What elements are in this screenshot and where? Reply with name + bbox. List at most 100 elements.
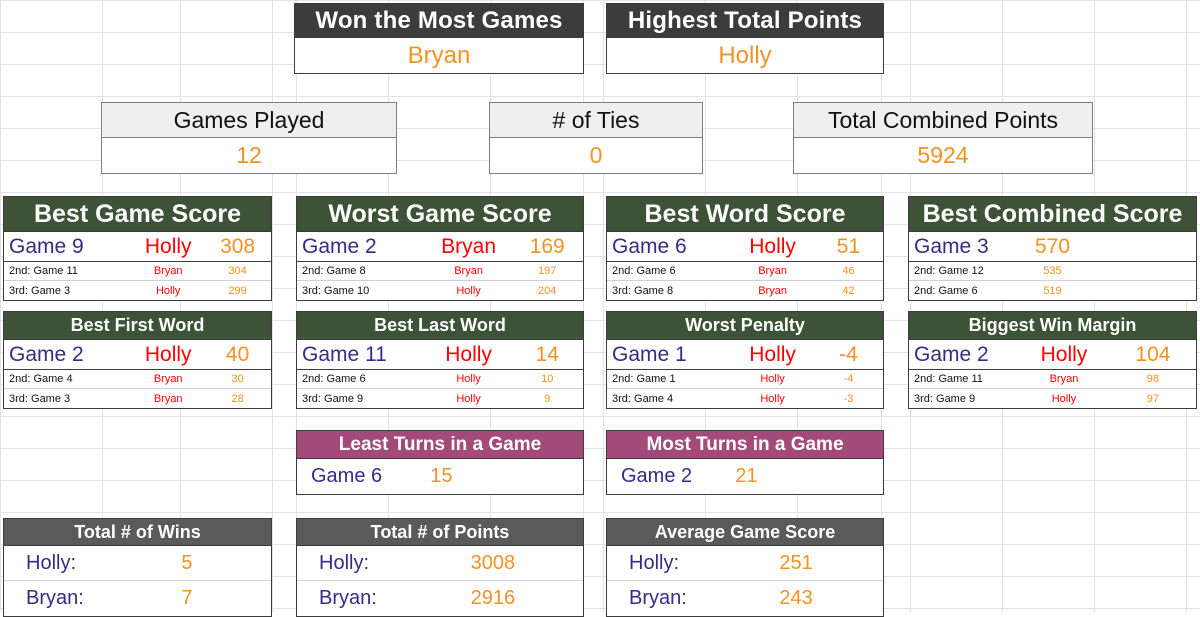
table-row: Game 6 15 <box>297 459 583 494</box>
panel-title: Most Turns in a Game <box>606 430 884 459</box>
row-value: 519 <box>1043 284 1062 297</box>
table-row: Game 11 Holly 14 <box>297 340 583 370</box>
row-value: -4 <box>843 373 854 385</box>
card-total-combined-points[interactable]: Total Combined Points 5924 <box>793 102 1093 174</box>
row-name: Bryan <box>1049 373 1079 385</box>
row-game: 2nd: Game 11 <box>9 265 78 277</box>
panel-body: Holly: 251 Bryan: 243 <box>606 546 884 617</box>
row-game: Game 6 <box>311 465 383 487</box>
panel-body: Game 2 Bryan 169 2nd: Game 8 Bryan 197 3… <box>296 232 584 301</box>
panel-least-turns-in-a-game[interactable]: Least Turns in a Game Game 6 15 <box>296 430 584 495</box>
grid-column-line <box>910 0 911 612</box>
grid-row-line <box>0 192 1200 193</box>
panel-body: Game 11 Holly 14 2nd: Game 6 Holly 10 3r… <box>296 340 584 409</box>
row-value: 7 <box>181 587 193 609</box>
panel-most-turns-in-a-game[interactable]: Most Turns in a Game Game 2 21 <box>606 430 884 495</box>
row-value: 46 <box>842 265 855 277</box>
row-value: 204 <box>538 284 557 297</box>
row-game: Game 2 <box>302 234 377 258</box>
row-name: Bryan <box>153 265 183 277</box>
grid-column-line <box>1094 0 1095 612</box>
row-label: Bryan: <box>319 587 377 609</box>
panel-worst-penalty[interactable]: Worst Penalty Game 1 Holly -4 2nd: Game … <box>606 311 884 409</box>
row-game: 3rd: Game 3 <box>9 392 71 405</box>
panel-average-game-score[interactable]: Average Game Score Holly: 251 Bryan: 243 <box>606 518 884 617</box>
row-name: Bryan <box>758 265 787 277</box>
table-row: Bryan: 7 <box>4 581 271 616</box>
row-value: 28 <box>231 392 244 405</box>
panel-best-combined-score[interactable]: Best Combined Score Game 3 570 2nd: Game… <box>908 196 1197 301</box>
table-row: Game 9 Holly 308 <box>4 232 271 262</box>
panel-body: Game 2 Holly 104 2nd: Game 11 Bryan 98 3… <box>908 340 1197 409</box>
row-spacer <box>1098 262 1196 280</box>
row-name: Holly <box>456 392 481 405</box>
row-value: 304 <box>228 265 247 277</box>
card-value: Holly <box>718 41 772 69</box>
table-row: 2nd: Game 1 Holly -4 <box>607 370 883 389</box>
panel-body: Game 2 Holly 40 2nd: Game 4 Bryan 30 3rd… <box>3 340 272 409</box>
row-label: Bryan: <box>629 587 687 609</box>
panel-biggest-win-margin[interactable]: Biggest Win Margin Game 2 Holly 104 2nd:… <box>908 311 1197 409</box>
panel-title: Least Turns in a Game <box>296 430 584 459</box>
row-name: Holly <box>144 234 192 258</box>
card-body: Holly <box>606 38 884 74</box>
grid-row-line <box>0 512 1200 513</box>
table-row: Holly: 251 <box>607 546 883 581</box>
row-value: 40 <box>225 342 250 366</box>
grid-column-line <box>272 0 273 612</box>
row-game: 2nd: Game 11 <box>914 373 983 385</box>
row-name: Holly <box>155 284 181 297</box>
row-value: -4 <box>839 342 858 366</box>
panel-best-game-score[interactable]: Best Game Score Game 9 Holly 308 2nd: Ga… <box>3 196 272 301</box>
panel-body: Holly: 3008 Bryan: 2916 <box>296 546 584 617</box>
panel-best-last-word[interactable]: Best Last Word Game 11 Holly 14 2nd: Gam… <box>296 311 584 409</box>
panel-best-first-word[interactable]: Best First Word Game 2 Holly 40 2nd: Gam… <box>3 311 272 409</box>
table-row: 3rd: Game 4 Holly -3 <box>607 389 883 408</box>
card-highest-total-points[interactable]: Highest Total Points Holly <box>606 3 884 74</box>
panel-body: Game 6 Holly 51 2nd: Game 6 Bryan 46 3rd… <box>606 232 884 301</box>
row-game: 2nd: Game 4 <box>9 373 73 385</box>
card-number-of-ties[interactable]: # of Ties 0 <box>489 102 703 174</box>
panel-total-number-of-wins[interactable]: Total # of Wins Holly: 5 Bryan: 7 <box>3 518 272 617</box>
panel-worst-game-score[interactable]: Worst Game Score Game 2 Bryan 169 2nd: G… <box>296 196 584 301</box>
table-row: Holly: 5 <box>4 546 271 581</box>
panel-title: Total # of Wins <box>3 518 272 546</box>
grid-column-line <box>603 0 604 612</box>
row-name: Holly <box>749 342 796 366</box>
panel-title: Average Game Score <box>606 518 884 546</box>
row-label: Bryan: <box>26 587 84 609</box>
row-game: 3rd: Game 10 <box>302 284 370 297</box>
row-label: Holly: <box>319 551 370 574</box>
row-name: Holly <box>749 234 796 258</box>
grid-row-line <box>0 0 1200 1</box>
panel-body: Game 9 Holly 308 2nd: Game 11 Bryan 304 … <box>3 232 272 301</box>
row-value: 104 <box>1135 342 1171 366</box>
row-game: 2nd: Game 6 <box>612 265 676 277</box>
row-value: 299 <box>228 284 247 297</box>
card-games-played[interactable]: Games Played 12 <box>101 102 397 174</box>
panel-body: Game 6 15 <box>296 459 584 495</box>
table-row: 3rd: Game 3 Holly 299 <box>4 281 271 300</box>
grid-row-line <box>0 32 1200 33</box>
panel-title: Worst Penalty <box>606 311 884 340</box>
row-name: Holly <box>1040 342 1088 366</box>
row-game: 3rd: Game 8 <box>612 284 674 297</box>
row-game: Game 2 <box>914 342 989 366</box>
row-value: -3 <box>843 392 854 405</box>
panel-total-number-of-points[interactable]: Total # of Points Holly: 3008 Bryan: 291… <box>296 518 584 617</box>
table-row: Holly: 3008 <box>297 546 583 581</box>
row-game: 2nd: Game 8 <box>302 265 366 277</box>
row-value: 197 <box>538 265 557 277</box>
panel-title: Total # of Points <box>296 518 584 546</box>
row-game: 2nd: Game 12 <box>914 265 984 277</box>
panel-title: Best Combined Score <box>908 196 1197 232</box>
grid-row-line <box>0 416 1200 417</box>
panel-best-word-score[interactable]: Best Word Score Game 6 Holly 51 2nd: Gam… <box>606 196 884 301</box>
grid-row-line <box>0 480 1200 481</box>
grid-row-line <box>0 64 1200 65</box>
row-game: Game 6 <box>612 234 687 258</box>
card-won-most-games[interactable]: Won the Most Games Bryan <box>294 3 584 74</box>
row-game: 3rd: Game 9 <box>914 392 976 405</box>
table-row: 3rd: Game 9 Holly 97 <box>909 389 1196 408</box>
panel-body: Holly: 5 Bryan: 7 <box>3 546 272 617</box>
